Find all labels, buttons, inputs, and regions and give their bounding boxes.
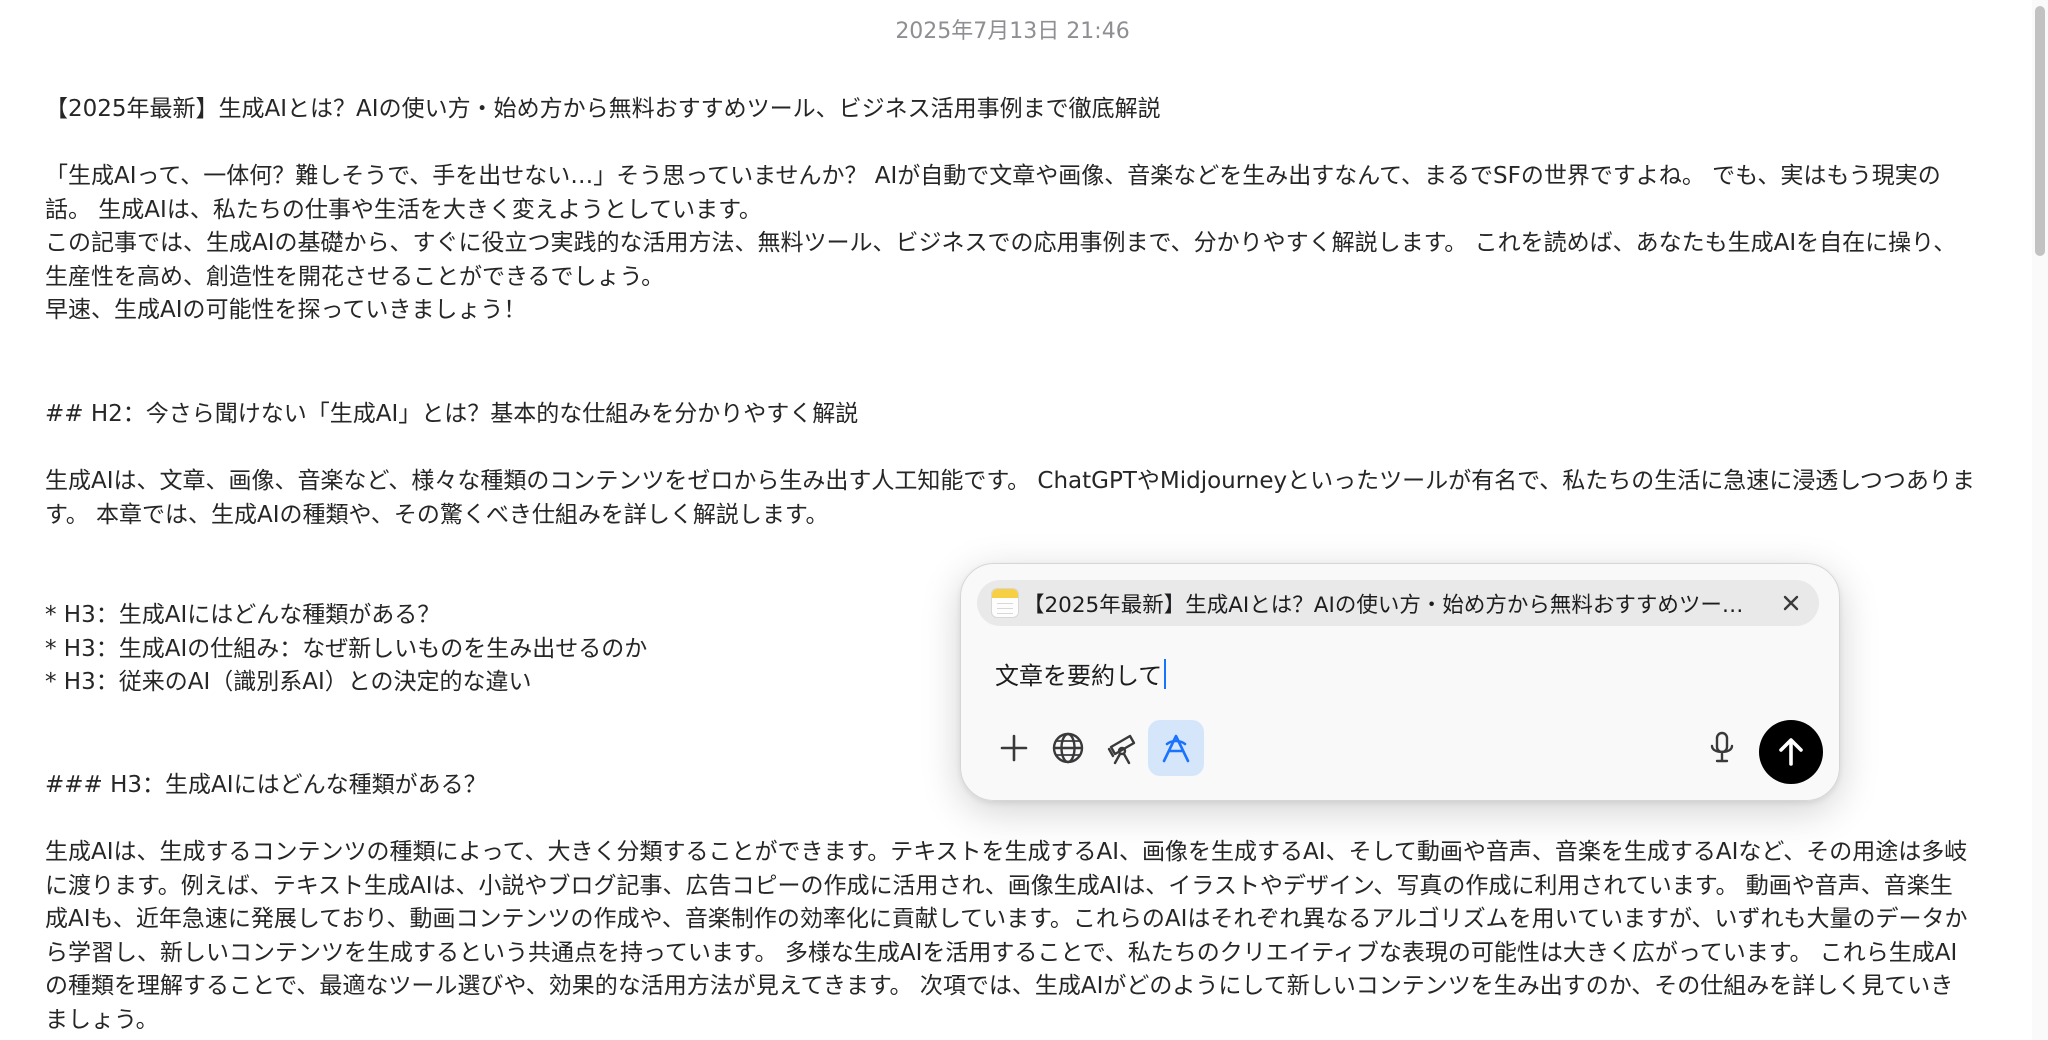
microphone-icon (1710, 731, 1734, 763)
notes-window: 2025年7月13日 21:46 【2025年最新】生成AIとは？AIの使い方・… (0, 0, 2048, 1040)
globe-icon (1052, 732, 1084, 764)
text-caret (1164, 658, 1167, 689)
prompt-input[interactable]: 文章を要約して (995, 656, 1167, 691)
h3-paragraph: 生成AIは、生成するコンテンツの種類によって、大きく分類することができます。テキ… (45, 839, 1968, 1033)
prompt-text: 文章を要約して (995, 662, 1163, 690)
intro-paragraph: 「生成AIって、一体何？難しそうで、手を出せない…」そう思っていませんか？ AI… (45, 163, 1957, 323)
h2-paragraph: 生成AIは、文章、画像、音楽など、様々な種類のコンテンツをゼロから生み出す人工知… (45, 468, 1975, 528)
send-button[interactable] (1759, 720, 1823, 784)
note-timestamp: 2025年7月13日 21:46 (895, 19, 1130, 44)
writing-tools-icon (1162, 734, 1190, 763)
web-search-button[interactable] (1040, 720, 1096, 776)
telescope-icon (1107, 734, 1136, 765)
arrow-up-icon (1779, 738, 1803, 766)
research-button[interactable] (1094, 720, 1150, 776)
h2-heading: ## H2：今さら聞けない「生成AI」とは？基本的な仕組みを分かりやすく解説 (45, 401, 859, 427)
close-icon[interactable] (1777, 589, 1805, 617)
note-title-line: 【2025年最新】生成AIとは？AIの使い方・始め方から無料おすすめツール、ビジ… (45, 96, 1161, 122)
assistant-panel: 【2025年最新】生成AIとは？AIの使い方・始め方から無料おすすめツー… 文章… (960, 563, 1840, 801)
scrollbar[interactable] (2032, 0, 2048, 1040)
notes-app-icon (991, 588, 1019, 618)
plus-icon (1000, 734, 1028, 762)
add-button[interactable] (986, 720, 1042, 776)
voice-button[interactable] (1694, 720, 1750, 776)
attachment-title: 【2025年最新】生成AIとは？AIの使い方・始め方から無料おすすめツー… (1023, 592, 1744, 618)
scrollbar-thumb[interactable] (2035, 6, 2045, 256)
attachment-chip[interactable]: 【2025年最新】生成AIとは？AIの使い方・始め方から無料おすすめツー… (977, 580, 1819, 626)
writing-tools-button[interactable] (1148, 720, 1204, 776)
